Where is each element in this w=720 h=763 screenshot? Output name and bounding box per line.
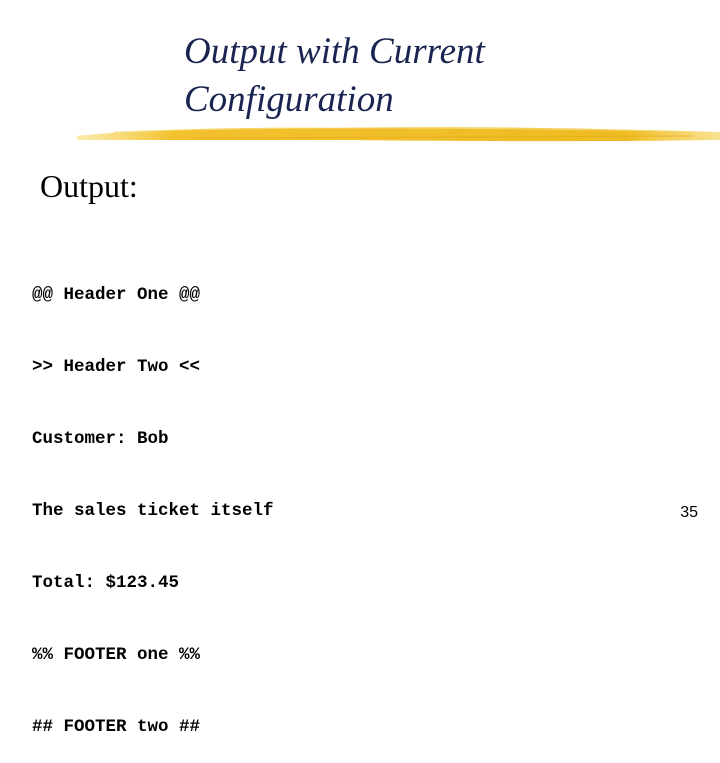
title-line-1: Output with Current xyxy=(184,31,485,72)
slide-title: Output with Current Configuration xyxy=(184,28,485,124)
output-line: >> Header Two << xyxy=(32,357,201,377)
output-listing: @@ Header One @@ >> Header Two << Custom… xyxy=(32,235,274,763)
output-line: @@ Header One @@ xyxy=(32,285,201,305)
output-label: Output: xyxy=(40,168,138,204)
output-line: ## FOOTER two ## xyxy=(32,717,201,737)
title-line-2: Configuration xyxy=(184,79,394,120)
brush-stroke-divider xyxy=(76,127,720,142)
page-number: 35 xyxy=(680,504,698,521)
output-line: Total: $123.45 xyxy=(32,573,180,593)
output-line: The sales ticket itself xyxy=(32,501,274,521)
output-line: Customer: Bob xyxy=(32,429,169,449)
output-line: %% FOOTER one %% xyxy=(32,645,201,665)
